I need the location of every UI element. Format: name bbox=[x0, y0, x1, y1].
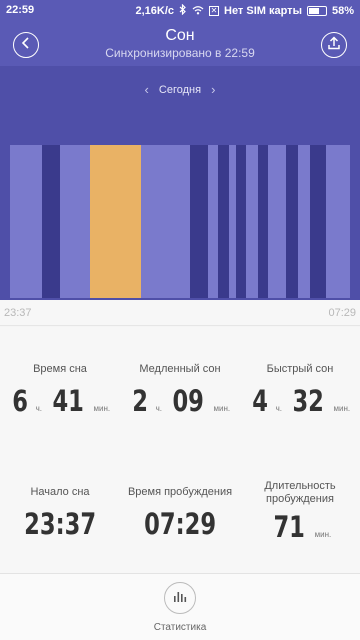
status-right: 2,16K/c ✕ Нет SIM карты 58% bbox=[135, 3, 354, 18]
time-value: 23:37 bbox=[23, 507, 97, 541]
stat-wake-time: Время пробуждения 07:29 bbox=[120, 486, 240, 541]
minutes-value: 71 bbox=[273, 510, 305, 544]
no-sim-icon: ✕ bbox=[209, 6, 220, 16]
sleep-segment-light bbox=[140, 145, 191, 298]
chart-time-axis: 23:37 07:29 bbox=[0, 300, 360, 326]
sleep-segment-light bbox=[325, 145, 351, 298]
stat-label: Быстрый сон bbox=[266, 363, 334, 375]
sleep-segment-light bbox=[59, 145, 91, 298]
sim-status: Нет SIM карты bbox=[224, 5, 302, 17]
minutes-value: 41 bbox=[52, 384, 84, 418]
next-day-button[interactable]: › bbox=[211, 82, 215, 97]
battery-percent: 58% bbox=[331, 5, 354, 17]
minutes-unit: мин. bbox=[213, 404, 231, 413]
stat-label: Медленный сон bbox=[139, 363, 221, 375]
prev-day-button[interactable]: ‹ bbox=[145, 82, 149, 97]
stat-value: 6 ч. 41 мин. bbox=[0, 384, 120, 418]
stat-label-line1: Длительность bbox=[264, 480, 336, 492]
share-button[interactable] bbox=[321, 32, 347, 58]
sleep-segment-light bbox=[268, 145, 287, 298]
battery-level bbox=[308, 8, 320, 14]
status-time: 22:59 bbox=[6, 4, 35, 16]
hours-unit: ч. bbox=[35, 404, 43, 413]
statistics-button[interactable] bbox=[164, 582, 196, 614]
sleep-segment-deep bbox=[189, 145, 209, 298]
sleep-segment-deep bbox=[41, 145, 61, 298]
bottom-bar: Статистика bbox=[0, 573, 360, 640]
stat-label: Время пробуждения bbox=[127, 486, 233, 498]
network-speed: 2,16K/c bbox=[135, 5, 175, 17]
bar-chart-icon bbox=[173, 589, 187, 607]
minutes-unit: мин. bbox=[314, 530, 332, 539]
bluetooth-icon bbox=[179, 3, 187, 18]
stat-deep-sleep: Медленный сон 2 ч. 09 мин. bbox=[120, 363, 240, 418]
date-label: Сегодня bbox=[158, 84, 202, 96]
stat-rem-sleep: Быстрый сон 4 ч. 32 мин. bbox=[240, 363, 360, 418]
stat-sleep-start: Начало сна 23:37 bbox=[0, 486, 120, 541]
header-panel: 22:59 2,16K/c ✕ Нет SIM карты 58% Сон Си… bbox=[0, 0, 360, 300]
status-bar: 22:59 2,16K/c ✕ Нет SIM карты 58% bbox=[0, 0, 360, 22]
minutes-unit: мин. bbox=[93, 404, 111, 413]
sleep-segment-deep bbox=[286, 145, 299, 298]
sleep-segment-light bbox=[207, 145, 219, 298]
time-value: 07:29 bbox=[143, 507, 217, 541]
stat-value: 2 ч. 09 мин. bbox=[120, 384, 240, 418]
sleep-segment-light bbox=[245, 145, 259, 298]
stat-value: 23:37 bbox=[0, 507, 120, 541]
stat-label: Время сна bbox=[33, 363, 87, 375]
nav-bar: Сон Синхронизировано в 22:59 bbox=[0, 22, 360, 66]
stat-value: 71 мин. bbox=[240, 510, 360, 544]
hours-value: 4 bbox=[252, 384, 268, 418]
sleep-segment-deep bbox=[257, 145, 269, 298]
stat-value: 07:29 bbox=[120, 507, 240, 541]
minutes-value: 32 bbox=[292, 384, 324, 418]
upload-icon bbox=[328, 35, 340, 55]
sleep-segment-deep bbox=[236, 145, 247, 298]
hours-unit: ч. bbox=[275, 404, 283, 413]
minutes-unit: мин. bbox=[333, 404, 351, 413]
date-selector: ‹ Сегодня › bbox=[0, 82, 360, 97]
hours-unit: ч. bbox=[155, 404, 163, 413]
sleep-segment-light bbox=[297, 145, 311, 298]
stat-value: 4 ч. 32 мин. bbox=[240, 384, 360, 418]
wifi-icon bbox=[192, 5, 204, 18]
stat-sleep-time: Время сна 6 ч. 41 мин. bbox=[0, 363, 120, 418]
hours-value: 2 bbox=[132, 384, 148, 418]
axis-start-time: 23:37 bbox=[4, 307, 32, 319]
hours-value: 6 bbox=[12, 384, 28, 418]
page-title: Сон bbox=[165, 27, 195, 44]
stat-awake-duration: Длительность пробуждения 71 мин. bbox=[240, 480, 360, 544]
sleep-segment-deep bbox=[309, 145, 327, 298]
sleep-segment-awake bbox=[89, 145, 142, 298]
sync-status: Синхронизировано в 22:59 bbox=[105, 46, 255, 60]
stats-panel: Время сна 6 ч. 41 мин. Медленный сон 2 ч… bbox=[0, 327, 360, 573]
battery-icon bbox=[306, 6, 327, 16]
minutes-value: 09 bbox=[172, 384, 204, 418]
sleep-stage-chart bbox=[10, 145, 351, 298]
sleep-segment-deep bbox=[218, 145, 230, 298]
axis-end-time: 07:29 bbox=[328, 307, 356, 319]
sleep-segment-light bbox=[10, 145, 43, 298]
statistics-label[interactable]: Статистика bbox=[0, 622, 360, 633]
stat-label: Начало сна bbox=[30, 486, 90, 498]
stat-label-line2: пробуждения bbox=[266, 493, 334, 505]
